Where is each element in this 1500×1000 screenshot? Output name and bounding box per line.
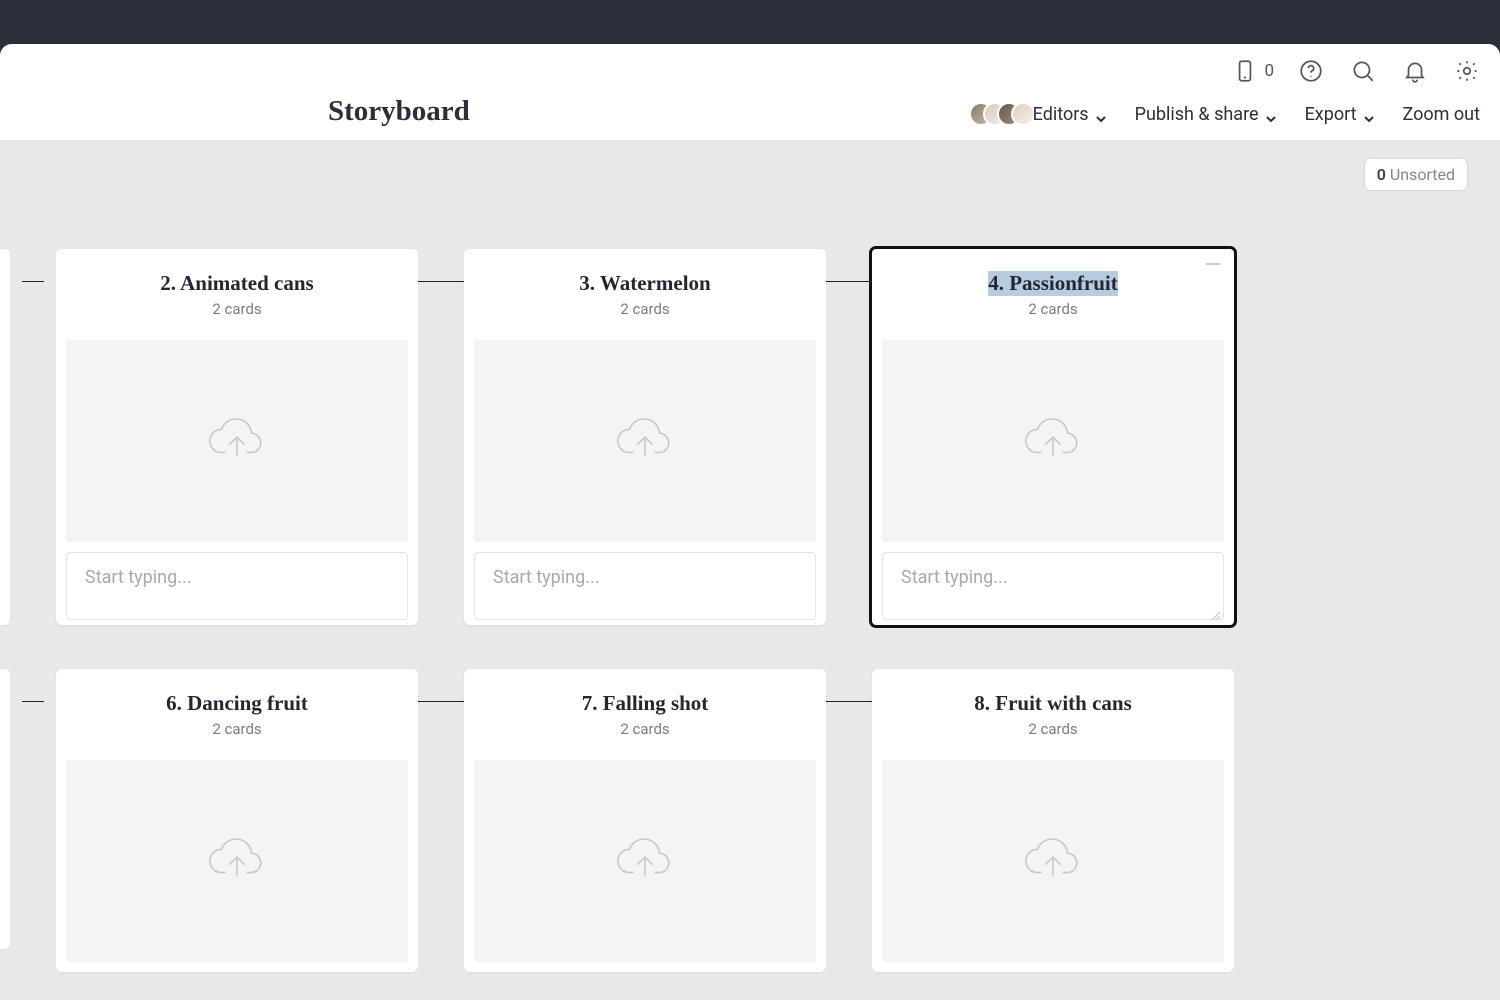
zoom-out-button[interactable]: Zoom out bbox=[1403, 104, 1480, 125]
card-title[interactable]: 6. Dancing fruit bbox=[166, 691, 308, 716]
row-cards: 2. Animated cans 2 cards Start typing... bbox=[56, 249, 1234, 625]
mobile-preview-button[interactable]: 0 bbox=[1230, 56, 1274, 86]
card-sliver-prev[interactable] bbox=[0, 669, 10, 949]
image-dropzone[interactable] bbox=[66, 760, 408, 962]
image-dropzone[interactable] bbox=[66, 340, 408, 542]
resize-handle-icon[interactable] bbox=[1209, 605, 1221, 617]
row-cards: 6. Dancing fruit 2 cards 7. Falling shot… bbox=[56, 669, 1234, 972]
card-text-input[interactable]: Start typing... bbox=[474, 552, 816, 620]
card-subtitle: 2 cards bbox=[882, 720, 1224, 738]
upload-cloud-icon bbox=[206, 834, 268, 888]
publish-share-label: Publish & share bbox=[1135, 104, 1259, 125]
card-subtitle: 2 cards bbox=[66, 720, 408, 738]
card-header: 3. Watermelon 2 cards bbox=[474, 249, 816, 330]
card-title[interactable]: 2. Animated cans bbox=[160, 271, 313, 296]
chevron-down-icon bbox=[1265, 109, 1275, 119]
chevron-down-icon bbox=[1363, 109, 1373, 119]
image-dropzone[interactable] bbox=[882, 340, 1224, 542]
card-header: 2. Animated cans 2 cards bbox=[66, 249, 408, 330]
storyboard-card[interactable]: 8. Fruit with cans 2 cards bbox=[872, 669, 1234, 972]
avatar bbox=[1011, 102, 1035, 126]
upload-cloud-icon bbox=[206, 414, 268, 468]
text-input-placeholder: Start typing... bbox=[493, 567, 599, 588]
card-title[interactable]: 7. Falling shot bbox=[582, 691, 709, 716]
card-subtitle: 2 cards bbox=[474, 300, 816, 318]
card-text-input[interactable]: Start typing... bbox=[882, 552, 1224, 620]
card-connector bbox=[826, 701, 872, 702]
board[interactable]: 2. Animated cans 2 cards Start typing... bbox=[0, 141, 1500, 1000]
card-subtitle: 2 cards bbox=[882, 300, 1224, 318]
editors-dropdown[interactable]: Editors bbox=[969, 102, 1105, 126]
editors-label: Editors bbox=[1033, 104, 1089, 125]
storyboard-card-active[interactable]: 4. Passionfruit 2 cards Start typing... bbox=[872, 249, 1234, 625]
card-header: 4. Passionfruit 2 cards bbox=[882, 249, 1224, 330]
image-dropzone[interactable] bbox=[882, 760, 1224, 962]
search-button[interactable] bbox=[1348, 56, 1378, 86]
header: 0 Storyboard bbox=[0, 44, 1500, 141]
collapse-handle[interactable] bbox=[1206, 263, 1220, 265]
page-title[interactable]: Storyboard bbox=[328, 95, 470, 128]
card-title[interactable]: 8. Fruit with cans bbox=[974, 691, 1132, 716]
storyboard-card[interactable]: 6. Dancing fruit 2 cards bbox=[56, 669, 418, 972]
card-connector bbox=[418, 701, 464, 702]
card-sliver-prev[interactable] bbox=[0, 249, 10, 625]
card-connector bbox=[418, 281, 464, 282]
card-header: 8. Fruit with cans 2 cards bbox=[882, 669, 1224, 750]
board-row: 2. Animated cans 2 cards Start typing... bbox=[0, 249, 1234, 625]
storyboard-card[interactable]: 3. Watermelon 2 cards Start typing... bbox=[464, 249, 826, 625]
export-dropdown[interactable]: Export bbox=[1305, 104, 1373, 125]
header-actions: Editors Publish & share Export Zoom out bbox=[969, 102, 1480, 126]
text-input-placeholder: Start typing... bbox=[901, 567, 1007, 588]
text-input-placeholder: Start typing... bbox=[85, 567, 191, 588]
card-header: 6. Dancing fruit 2 cards bbox=[66, 669, 408, 750]
export-label: Export bbox=[1305, 104, 1357, 125]
chevron-down-icon bbox=[1095, 109, 1105, 119]
phone-icon bbox=[1230, 56, 1260, 86]
upload-cloud-icon bbox=[614, 414, 676, 468]
notifications-button[interactable] bbox=[1400, 56, 1430, 86]
card-header: 7. Falling shot 2 cards bbox=[474, 669, 816, 750]
storyboard-card[interactable]: 2. Animated cans 2 cards Start typing... bbox=[56, 249, 418, 625]
upload-cloud-icon bbox=[1022, 414, 1084, 468]
card-subtitle: 2 cards bbox=[66, 300, 408, 318]
card-connector bbox=[826, 281, 872, 282]
editor-avatars bbox=[969, 102, 1035, 126]
image-dropzone[interactable] bbox=[474, 340, 816, 542]
image-dropzone[interactable] bbox=[474, 760, 816, 962]
card-title[interactable]: 3. Watermelon bbox=[579, 271, 710, 296]
storyboard-card[interactable]: 7. Falling shot 2 cards bbox=[464, 669, 826, 972]
card-subtitle: 2 cards bbox=[474, 720, 816, 738]
upload-cloud-icon bbox=[614, 834, 676, 888]
app-shell: 0 Storyboard bbox=[0, 44, 1500, 1000]
mobile-preview-count: 0 bbox=[1264, 61, 1274, 81]
card-title[interactable]: 4. Passionfruit bbox=[988, 271, 1118, 296]
card-text-input[interactable]: Start typing... bbox=[66, 552, 408, 620]
upload-cloud-icon bbox=[1022, 834, 1084, 888]
header-utility-icons: 0 bbox=[1230, 56, 1482, 86]
board-row: 6. Dancing fruit 2 cards 7. Falling shot… bbox=[0, 669, 1234, 972]
settings-button[interactable] bbox=[1452, 56, 1482, 86]
help-button[interactable] bbox=[1296, 56, 1326, 86]
publish-share-dropdown[interactable]: Publish & share bbox=[1135, 104, 1275, 125]
